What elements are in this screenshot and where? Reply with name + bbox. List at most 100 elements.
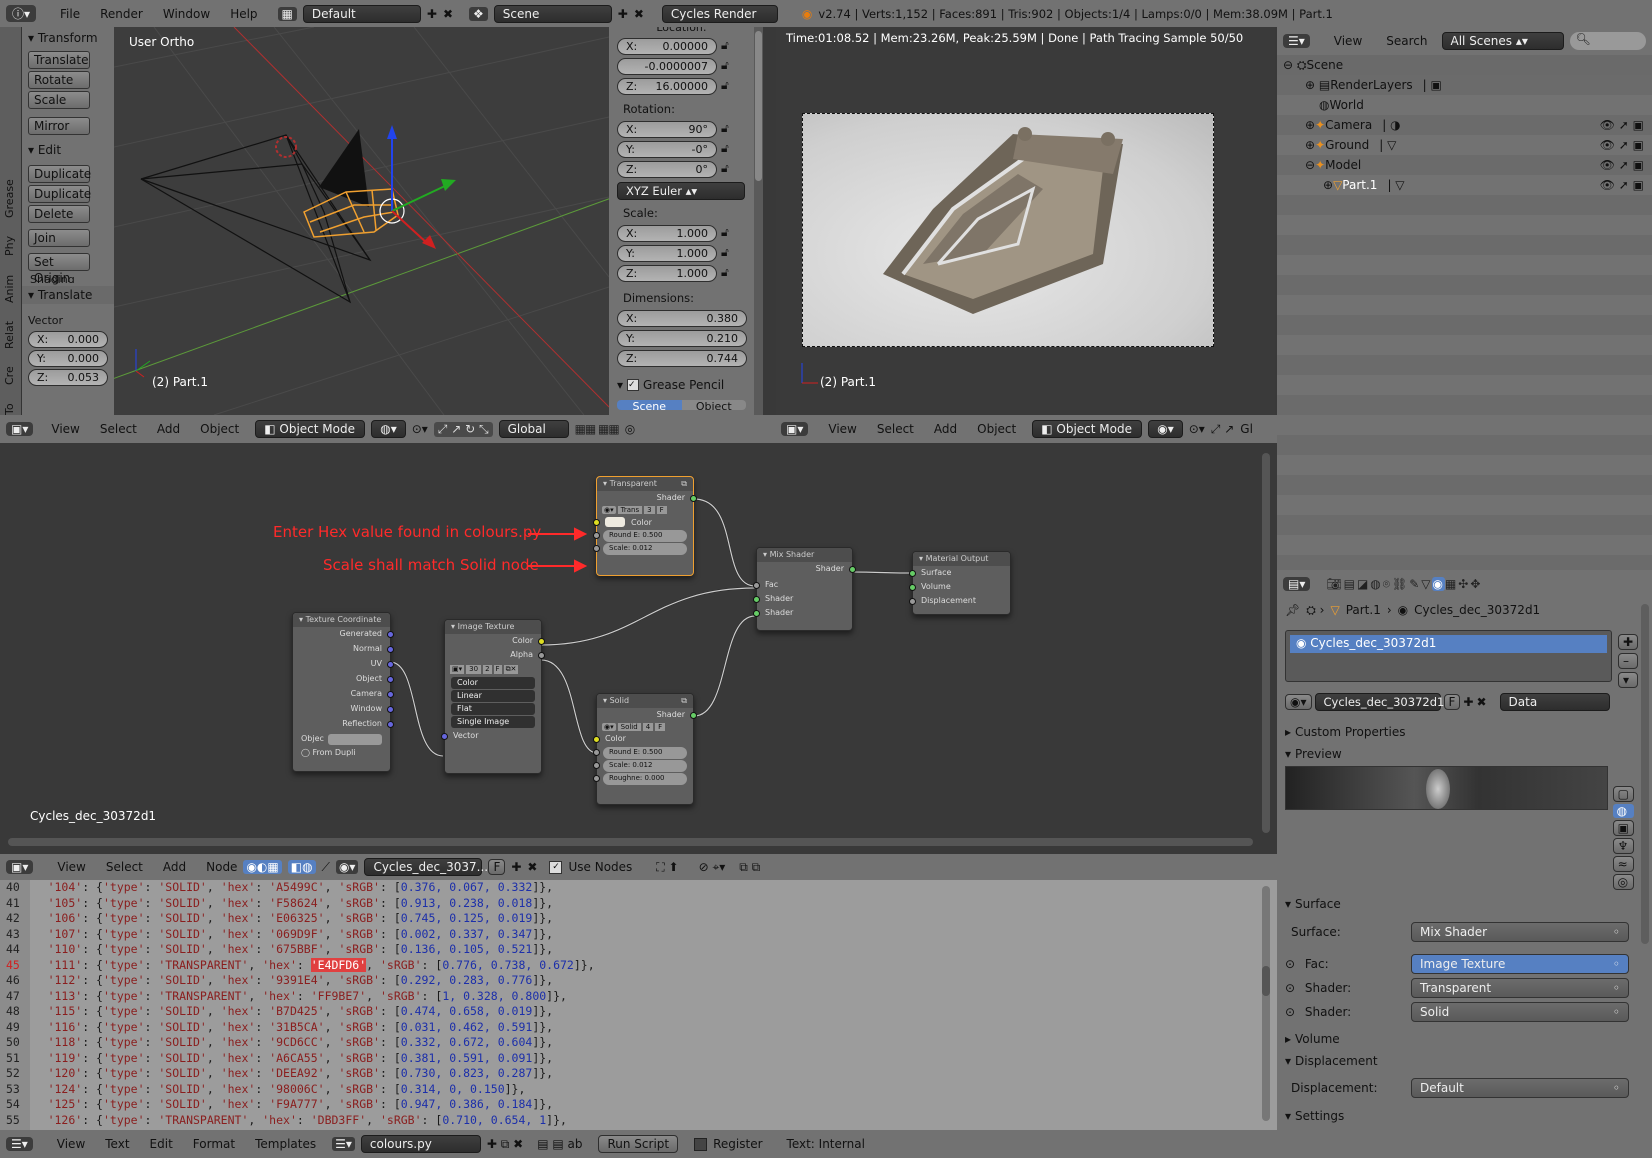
add-screen-icon[interactable]: ✚ [427,7,437,21]
mode-select[interactable]: ◧ Object Mode [255,420,366,438]
scale-field[interactable]: Scale: 0.012 [593,760,687,772]
menu-templates[interactable]: Templates [255,1137,316,1151]
tab-physics[interactable]: Phy [3,236,16,256]
location-x-field[interactable]: X: 0.00000 [617,38,717,55]
vector-z-field[interactable]: Z: 0.053 [28,369,108,386]
scale-x-field[interactable]: X: 1.000 [617,225,717,242]
menu-help[interactable]: Help [230,7,257,21]
lock-icon[interactable]: 🔓︎ [721,78,729,95]
pivot-icon[interactable]: ⊙▾ [1189,422,1205,436]
menu-view[interactable]: View [1334,34,1362,48]
node-solid[interactable]: ▾ Solid ⧉ Shader ◉▾ Solid 4 F Color Round… [593,693,697,805]
unlink-icon[interactable]: ✖ [1476,695,1486,709]
node-scrollbar-h[interactable] [8,838,1253,846]
join-button[interactable]: Join [28,229,90,247]
mirror-button[interactable]: Mirror [28,117,90,135]
menu-object[interactable]: Object [200,422,239,436]
backdrop-icons[interactable]: ⛶ ⬆ [656,860,678,875]
code-line[interactable]: 53 '124': {'type': 'SOLID', 'hex': '9800… [6,1082,595,1098]
properties-scrollbar[interactable] [1641,604,1649,944]
translate-button[interactable]: Translate [28,51,90,69]
editor-type-icon[interactable]: ▣▾ [6,860,34,874]
display-mode-select[interactable]: All Scenes ▴▾ [1441,32,1564,50]
scale-field[interactable]: Scale: 0.012 [593,543,687,555]
menu-object[interactable]: Object [977,422,1016,436]
manipulator-icons[interactable]: ⤢ ↗ [1211,422,1234,437]
rotate-button[interactable]: Rotate [28,71,90,89]
use-nodes-checkbox[interactable]: ✓ [549,860,563,874]
node-image-texture[interactable]: ▾ Image Texture Color Alpha ▣▾ 30 2 F ⧉✕… [441,619,545,774]
text-browse-icon[interactable]: ☰▾ [332,1137,355,1151]
scale-button[interactable]: Scale [28,91,90,109]
menu-select[interactable]: Select [106,860,143,874]
orientation-select[interactable]: Global [498,420,569,438]
outliner-item-scene[interactable]: ⊖ ⛭ Scene [1277,55,1652,75]
menu-window[interactable]: Window [163,7,210,21]
vector-y-field[interactable]: Y: 0.000 [28,350,108,367]
copy-paste-icons[interactable]: ⧉ ⧉ [739,860,760,875]
shading-select[interactable]: ◍▾ [371,420,406,438]
fac-input-select[interactable]: Image Texture ◦ [1411,954,1629,974]
layers-grid[interactable]: ▦▦ ▦▦ [575,422,620,436]
lock-icon[interactable]: 🔓︎ [721,265,729,282]
search-field[interactable]: 🔍︎ [1569,32,1646,50]
menu-text[interactable]: Text [105,1137,129,1151]
screen-layout-icon[interactable]: ▦ [277,6,297,21]
delete-button[interactable]: Delete [28,205,90,223]
tab-relations[interactable]: Relat [3,321,16,349]
outliner-item-model[interactable]: ⊖ ✦ Model 👁︎ ➚ ▣ [1277,155,1652,175]
material-slot-list[interactable]: ◉ Cycles_dec_30372d1 [1285,630,1612,682]
custom-properties-panel[interactable]: ▸ Custom Properties [1277,720,1652,744]
visibility-icons[interactable]: 👁︎ ➚ ▣ [1600,118,1644,132]
node-editor[interactable]: Enter Hex value found in colours.py Scal… [0,443,1277,856]
preview-panel[interactable]: ▾ Preview [1277,744,1652,764]
node-scrollbar-v[interactable] [1262,453,1270,833]
slot-buttons[interactable]: ✚ – ▾ [1617,634,1638,688]
outliner-item-renderlayers[interactable]: ⊕ ▤ RenderLayers | ▣ [1277,75,1652,95]
outliner-item-part1[interactable]: ⊕ ▽ Part.1 | ▽ 👁︎ ➚ ▣ [1277,175,1652,195]
pin-icon[interactable]: 📌︎ [1285,603,1300,617]
material-datablock-field[interactable]: Cycles_dec_30372d1 [1314,693,1444,711]
outliner-item-camera[interactable]: ⊕ ✦ Camera | ◑ 👁︎ ➚ ▣ [1277,115,1652,135]
menu-view[interactable]: View [57,860,85,874]
n-panel-scrollbar[interactable] [754,27,763,415]
viewport-3d[interactable]: User Ortho (2) Part.1 [114,27,609,415]
source-select[interactable]: Single Image [451,716,535,728]
shader1-input-select[interactable]: Transparent ◦ [1411,978,1629,998]
menu-edit[interactable]: Edit [150,1137,173,1151]
lock-icon[interactable]: 🔓︎ [721,121,729,138]
lock-icon[interactable]: 🔓︎ [721,161,729,178]
grease-pencil-checkbox[interactable]: ✓ [627,379,640,391]
round-field[interactable]: Round E: 0.500 [593,530,687,542]
transform-panel-header[interactable]: ▾ Transform [22,27,114,49]
code-line[interactable]: 45 '111': {'type': 'TRANSPARENT', 'hex':… [6,957,595,974]
operator-panel-header[interactable]: ▾ Translate [22,286,114,304]
edit-panel-header[interactable]: ▾ Edit [22,137,114,159]
code-line[interactable]: 44 '110': {'type': 'SOLID', 'hex': '675B… [6,942,595,958]
add-scene-icon[interactable]: ✚ [618,7,628,21]
lock-icon[interactable]: 🔓︎ [721,245,729,262]
add-material-icon[interactable]: ✚ [511,860,521,874]
rotation-y-field[interactable]: Y: -0° [617,141,717,158]
rotation-mode-select[interactable]: XYZ Euler ▴▾ [617,182,745,200]
color-space-select[interactable]: Color [451,677,535,689]
lock-icon[interactable]: 🔓︎ [721,225,729,242]
scene-field[interactable]: Scene [493,4,612,23]
code-line[interactable]: 47 '113': {'type': 'TRANSPARENT', 'hex':… [6,989,595,1005]
code-line[interactable]: 43 '107': {'type': 'SOLID', 'hex': '069D… [6,927,595,943]
duplicate-linked-button[interactable]: Duplicate [28,185,91,203]
interpolation-select[interactable]: Linear [451,690,535,702]
scene-icon[interactable]: ❖ [469,6,488,21]
menu-search[interactable]: Search [1386,34,1427,48]
scale-z-field[interactable]: Z: 1.000 [617,265,717,282]
code-line[interactable]: 52 '120': {'type': 'SOLID', 'hex': 'DEEA… [6,1066,595,1082]
shader-type-icons[interactable]: ◉◐▦ [243,860,282,874]
visibility-icons[interactable]: 👁︎ ➚ ▣ [1600,158,1644,172]
code-line[interactable]: 54 '125': {'type': 'SOLID', 'hex': 'F9A7… [6,1097,595,1113]
scale-y-field[interactable]: Y: 1.000 [617,245,717,262]
outliner-item-world[interactable]: ◍ World [1277,95,1652,115]
remove-scene-icon[interactable]: ✖ [634,7,644,21]
run-script-button[interactable]: Run Script [598,1135,679,1153]
editor-type-icon[interactable]: ▣▾ [6,422,34,436]
register-checkbox[interactable] [694,1137,708,1151]
